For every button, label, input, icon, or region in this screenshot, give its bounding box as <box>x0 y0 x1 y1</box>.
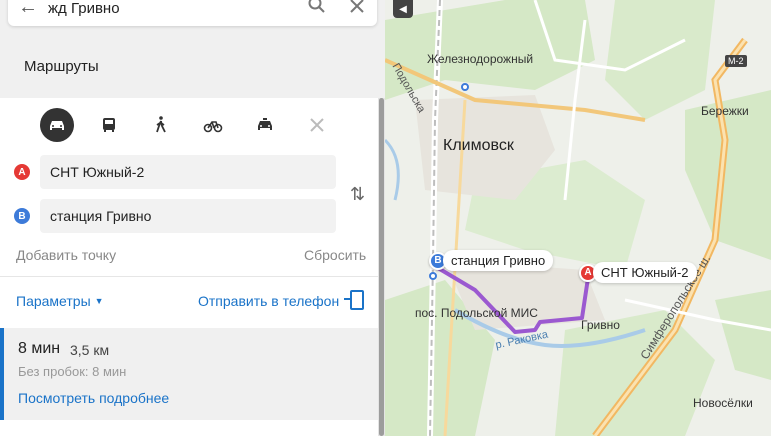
label-novosyolki: Новосёлки <box>693 396 753 410</box>
point-b-icon: B <box>14 208 30 224</box>
search-input[interactable]: жд Гривно <box>48 0 297 17</box>
selected-accent <box>0 328 4 420</box>
routes-title: Маршруты <box>24 58 99 75</box>
walk-icon <box>156 116 166 133</box>
marker-a[interactable]: A СНТ Южный-2 <box>579 262 697 283</box>
transport-modes <box>40 108 334 142</box>
label-grivno: Гривно <box>581 318 620 332</box>
marker-a-label: СНТ Южный-2 <box>593 262 697 283</box>
scrollbar[interactable] <box>378 98 385 436</box>
marker-b-label: станция Гривно <box>443 250 554 271</box>
waypoint-b: B станция Гривно <box>14 199 336 233</box>
forest-area <box>715 290 771 380</box>
no-traffic-time: Без пробок: 8 мин <box>18 364 127 379</box>
bike-icon <box>203 121 223 133</box>
reset-link[interactable]: Сбросить <box>304 247 366 263</box>
marker-b[interactable]: B станция Гривно <box>429 250 554 271</box>
divider <box>0 276 378 277</box>
waypoint-a: A СНТ Южный-2 <box>14 155 336 189</box>
params-dropdown[interactable]: Параметры ▼ <box>16 293 104 309</box>
label-berezhki: Бережки <box>701 104 749 118</box>
caret-down-icon: ▼ <box>94 296 104 306</box>
label-zheleznodorozhny: Железнодорожный <box>427 52 534 66</box>
mode-walk-button[interactable] <box>144 108 178 142</box>
add-point-link[interactable]: Добавить точку <box>16 247 116 263</box>
collapse-panel-icon[interactable]: ◀ <box>393 0 413 18</box>
separator <box>0 88 385 98</box>
route-result[interactable]: 8 мин 3,5 км Без пробок: 8 мин Посмотрет… <box>0 328 378 420</box>
bus-icon <box>103 118 115 132</box>
close-icon[interactable] <box>337 0 377 18</box>
point-a-icon: A <box>14 164 30 180</box>
label-podolsk-mis: пос. Подольской МИС <box>415 306 538 320</box>
river <box>385 138 400 201</box>
car-icon <box>50 121 64 130</box>
mode-bike-button[interactable] <box>196 108 230 142</box>
label-klimovsk: Климовск <box>443 137 514 154</box>
mode-scooter-button[interactable] <box>300 108 334 142</box>
forest-area <box>605 0 715 120</box>
swap-icon[interactable]: ⇅ <box>350 184 365 205</box>
search-bar[interactable]: ← жд Гривно <box>8 0 377 26</box>
back-arrow-icon[interactable]: ← <box>8 0 48 19</box>
route-time: 8 мин <box>18 340 61 357</box>
params-label: Параметры <box>16 293 91 309</box>
map[interactable]: ◀ М-2 Железнодорожный Климовск Бережки п… <box>385 0 771 436</box>
station-icon <box>461 83 469 91</box>
mode-car-button[interactable] <box>40 108 74 142</box>
point-b-input[interactable]: станция Гривно <box>40 199 336 233</box>
details-link[interactable]: Посмотреть подробнее <box>18 390 169 406</box>
point-a-input[interactable]: СНТ Южный-2 <box>40 155 336 189</box>
highway-shield: М-2 <box>725 55 747 67</box>
route-distance: 3,5 км <box>70 342 110 358</box>
mode-bus-button[interactable] <box>92 108 126 142</box>
station-icon <box>429 272 437 280</box>
send-to-phone-link[interactable]: Отправить в телефон <box>198 293 339 309</box>
taxi-icon <box>258 118 272 130</box>
phone-icon[interactable] <box>344 290 364 310</box>
forest-area <box>555 310 715 436</box>
forest-area <box>385 0 595 100</box>
scooter-icon <box>310 118 324 132</box>
mode-taxi-button[interactable] <box>248 108 282 142</box>
route-panel: ← жд Гривно Маршруты A СНТ Южный-2 B ста… <box>0 0 385 436</box>
search-icon[interactable] <box>297 0 337 19</box>
